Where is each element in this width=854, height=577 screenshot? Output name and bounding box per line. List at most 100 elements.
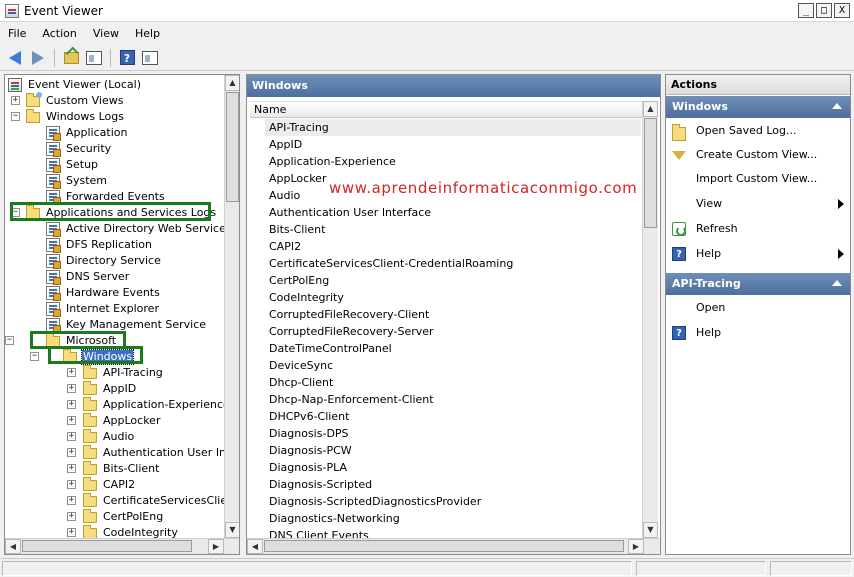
collapse-minus-icon[interactable]: − [11,208,20,217]
help-button[interactable]: ? [117,48,137,68]
list-item[interactable]: DHCPv6-Client [265,408,349,425]
tree-item[interactable]: + AppID [5,381,223,397]
tree-item[interactable]: DFS Replication [5,237,223,253]
list-vertical-scrollbar[interactable]: ▲ ▼ [642,101,658,538]
expand-plus-icon[interactable]: + [67,416,76,425]
list-item[interactable]: CorruptedFileRecovery-Client [265,306,429,323]
collapse-up-icon[interactable] [832,280,842,286]
tree-item[interactable]: DNS Server [5,269,223,285]
tree-item[interactable]: − Windows [5,349,223,365]
expand-plus-icon[interactable]: + [67,432,76,441]
tree-item[interactable]: Setup [5,157,223,173]
collapse-minus-icon[interactable]: − [30,352,39,361]
tree-item[interactable]: Internet Explorer [5,301,223,317]
list-item[interactable]: Authentication User Interface [265,204,431,221]
tree-item[interactable]: Hardware Events [5,285,223,301]
expand-plus-icon[interactable]: + [67,496,76,505]
list-item[interactable]: CorruptedFileRecovery-Server [265,323,434,340]
list-item[interactable]: CertPolEng [265,272,329,289]
menu-file[interactable]: File [0,27,34,40]
scroll-thumb[interactable] [264,540,624,552]
up-one-level-button[interactable] [61,48,81,68]
list-item[interactable]: AppID [265,136,302,153]
scroll-down-arrow[interactable]: ▼ [643,522,658,538]
list-item[interactable]: Dhcp-Nap-Enforcement-Client [265,391,434,408]
expand-plus-icon[interactable]: + [67,400,76,409]
tree-item[interactable]: + Audio [5,429,223,445]
scroll-up-arrow[interactable]: ▲ [643,101,658,117]
list-item[interactable]: CAPI2 [265,238,301,255]
list-item[interactable]: Diagnosis-PCW [265,442,352,459]
tree-item[interactable]: − Windows Logs [5,109,223,125]
scroll-left-arrow[interactable]: ◀ [5,539,21,554]
show-hide-action-pane-button[interactable] [140,48,160,68]
tree-item[interactable]: + Custom Views [5,92,223,109]
action-help[interactable]: ? Help [666,243,850,265]
actions-section-windows[interactable]: Windows [666,96,850,118]
tree-item[interactable]: + CertificateServicesClient- [5,493,239,509]
scroll-thumb[interactable] [226,92,239,202]
minimize-button[interactable]: _ [798,3,814,18]
close-button[interactable]: X [834,3,850,18]
tree-item[interactable]: System [5,173,223,189]
scroll-right-arrow[interactable]: ▶ [208,539,224,554]
scroll-thumb[interactable] [22,540,192,552]
expand-plus-icon[interactable]: + [67,448,76,457]
tree-item[interactable]: + CertPolEng [5,509,223,525]
action-open-saved-log[interactable]: Open Saved Log... [666,120,850,142]
menu-view[interactable]: View [85,27,127,40]
expand-plus-icon[interactable]: + [11,96,20,105]
list-item[interactable]: Diagnosis-Scripted [265,476,372,493]
list-item[interactable]: Audio [265,187,300,204]
expand-plus-icon[interactable]: + [67,464,76,473]
tree-item[interactable]: − Microsoft [5,333,223,349]
tree-item[interactable]: − Applications and Services Logs [5,205,223,221]
list-item[interactable]: Application-Experience [265,153,396,170]
action-refresh[interactable]: Refresh [666,218,850,240]
collapse-up-icon[interactable] [832,103,842,109]
list-item[interactable]: CertificateServicesClient-CredentialRoam… [265,255,513,272]
expand-plus-icon[interactable]: + [67,512,76,521]
tree-item[interactable]: Security [5,141,223,157]
expand-plus-icon[interactable]: + [67,528,76,537]
expand-plus-icon[interactable]: + [67,384,76,393]
action-import-custom-view[interactable]: Import Custom View... [666,168,850,190]
list-item[interactable]: CodeIntegrity [265,289,344,306]
expand-plus-icon[interactable]: + [67,368,76,377]
action-create-custom-view[interactable]: Create Custom View... [666,144,850,166]
scroll-down-arrow[interactable]: ▼ [225,522,239,538]
list-item[interactable]: Dhcp-Client [265,374,333,391]
tree-item[interactable]: Forwarded Events [5,189,223,205]
list-item[interactable]: Diagnosis-ScriptedDiagnosticsProvider [265,493,481,510]
list-item[interactable]: DateTimeControlPanel [265,340,392,357]
action-view[interactable]: View [666,193,850,215]
tree-item[interactable]: + Application-Experience [5,397,230,413]
maximize-button[interactable]: □ [816,3,832,18]
show-hide-tree-button[interactable] [84,48,104,68]
tree-item[interactable]: Directory Service [5,253,223,269]
list-item[interactable]: Diagnosis-DPS [265,425,349,442]
forward-button[interactable] [28,48,48,68]
scroll-thumb[interactable] [644,118,657,228]
tree-item[interactable]: Event Viewer (Local) [5,77,223,93]
tree-item[interactable]: Application [5,125,223,141]
list-item[interactable]: AppLocker [265,170,326,187]
tree-horizontal-scrollbar[interactable]: ◀ ▶ [5,538,239,554]
menu-help[interactable]: Help [127,27,168,40]
collapse-minus-icon[interactable]: − [11,112,20,121]
tree-item[interactable]: Key Management Service [5,317,223,333]
console-tree[interactable]: Event Viewer (Local) + Custom Views − Window… [4,74,240,555]
actions-section-api-tracing[interactable]: API-Tracing [666,273,850,295]
expand-plus-icon[interactable]: + [67,480,76,489]
scroll-right-arrow[interactable]: ▶ [628,539,644,554]
action-open[interactable]: Open [666,297,850,319]
action-help-api-tracing[interactable]: ? Help [666,322,850,344]
list-item[interactable]: API-Tracing [265,119,641,136]
name-column-header[interactable]: Name [250,101,642,118]
tree-item[interactable]: + AppLocker [5,413,223,429]
scroll-left-arrow[interactable]: ◀ [247,539,263,554]
tree-item[interactable]: Active Directory Web Services [5,221,232,237]
tree-item[interactable]: + CAPI2 [5,477,223,493]
list-item[interactable]: Diagnosis-PLA [265,459,347,476]
list-item[interactable]: DeviceSync [265,357,333,374]
